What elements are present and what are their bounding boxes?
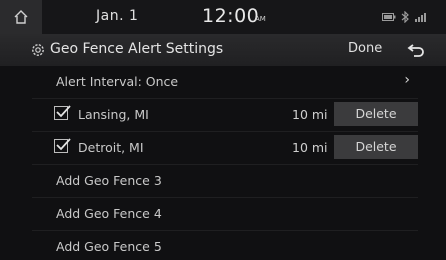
geo-fence-row: Detroit, MI 10 mi Delete	[32, 132, 418, 165]
gear-icon	[32, 44, 44, 56]
delete-button[interactable]: Delete	[334, 135, 418, 159]
add-geo-fence-row[interactable]: Add Geo Fence 4	[32, 198, 418, 231]
done-button[interactable]: Done	[348, 41, 382, 56]
home-button[interactable]	[0, 0, 42, 34]
back-button[interactable]	[396, 37, 436, 63]
status-time: 12:00	[202, 5, 260, 27]
battery-icon	[382, 13, 396, 21]
status-bar: Jan. 1 12:00 AM	[0, 0, 446, 34]
add-geo-fence-label: Add Geo Fence 4	[56, 206, 162, 221]
alert-interval-row[interactable]: Alert Interval: Once ›	[32, 66, 418, 99]
page-title: Geo Fence Alert Settings	[50, 41, 224, 57]
delete-button[interactable]: Delete	[334, 102, 418, 126]
geo-fence-name: Lansing, MI	[78, 107, 149, 122]
add-geo-fence-label: Add Geo Fence 3	[56, 173, 162, 188]
alert-interval-label: Alert Interval: Once	[56, 74, 179, 89]
geo-fence-row: Lansing, MI 10 mi Delete	[32, 99, 418, 132]
checkbox-checked-icon[interactable]	[54, 138, 71, 153]
status-date: Jan. 1	[96, 8, 139, 24]
bluetooth-icon	[401, 11, 409, 23]
settings-list: Alert Interval: Once › Lansing, MI 10 mi…	[32, 66, 418, 260]
status-ampm: AM	[255, 15, 266, 23]
chevron-right-icon: ›	[404, 72, 410, 88]
header-bar: Geo Fence Alert Settings Done	[0, 34, 446, 66]
back-arrow-icon	[407, 44, 424, 57]
home-icon	[14, 10, 28, 24]
system-icons	[382, 11, 428, 23]
add-geo-fence-label: Add Geo Fence 5	[56, 239, 162, 254]
geo-fence-distance: 10 mi	[292, 140, 328, 155]
geo-fence-name: Detroit, MI	[78, 140, 144, 155]
add-geo-fence-row[interactable]: Add Geo Fence 5	[32, 231, 418, 260]
add-geo-fence-row[interactable]: Add Geo Fence 3	[32, 165, 418, 198]
screen: Jan. 1 12:00 AM Geo Fence Alert Settings…	[0, 0, 446, 260]
geo-fence-distance: 10 mi	[292, 107, 328, 122]
checkbox-checked-icon[interactable]	[54, 105, 71, 120]
signal-icon	[415, 13, 426, 22]
